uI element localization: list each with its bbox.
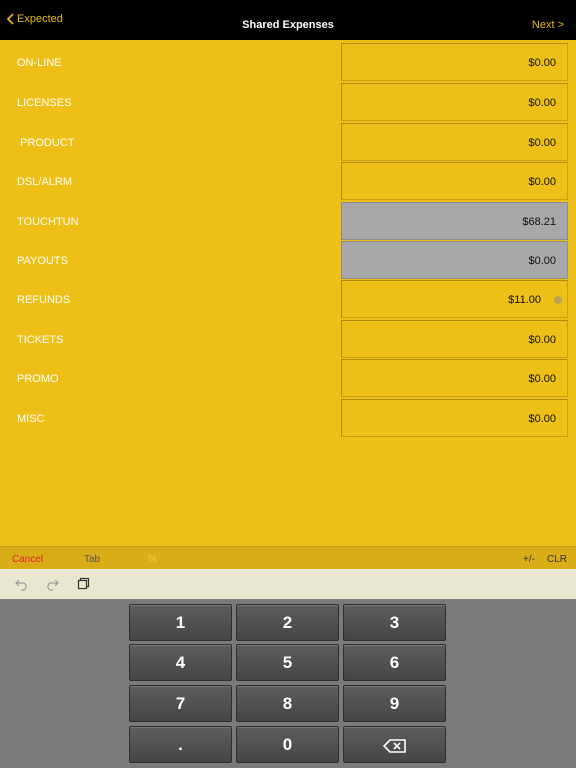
misc-amount-field[interactable]: $0.00 <box>341 399 568 437</box>
key-3[interactable]: 3 <box>343 604 446 641</box>
next-button[interactable]: Next > <box>532 19 564 31</box>
row-label: REFUNDS <box>17 294 71 306</box>
expense-row-touchtun: TOUCHTUN $68.21 <box>0 202 576 240</box>
online-amount-field[interactable]: $0.00 <box>341 43 568 81</box>
licenses-amount-field[interactable]: $0.00 <box>341 83 568 121</box>
page-title: Shared Expenses <box>242 19 334 31</box>
key-decimal[interactable]: . <box>129 726 232 763</box>
expense-row-refunds: REFUNDS $11.00 <box>0 280 576 318</box>
key-6[interactable]: 6 <box>343 644 446 681</box>
expense-row-tickets: TICKETS $0.00 <box>0 320 576 358</box>
keyboard-accessory-bar: Cancel Tab % +/- CLR <box>0 546 576 569</box>
key-8[interactable]: 8 <box>236 685 339 722</box>
key-5[interactable]: 5 <box>236 644 339 681</box>
clear-button[interactable]: CLR <box>547 554 567 565</box>
touchtun-amount-field: $68.21 <box>341 202 568 240</box>
refunds-amount-value: $11.00 <box>508 294 541 306</box>
row-label: PRODUCT <box>17 137 75 149</box>
row-label: TOUCHTUN <box>17 216 79 228</box>
tickets-amount-field[interactable]: $0.00 <box>341 320 568 358</box>
expense-row-payouts: PAYOUTS $0.00 <box>0 241 576 279</box>
expense-row-misc: MISC $0.00 <box>0 399 576 437</box>
row-label: PROMO <box>17 373 59 385</box>
paste-icon[interactable] <box>77 577 90 595</box>
dsl-alrm-amount-field[interactable]: $0.00 <box>341 162 568 200</box>
payouts-amount-field: $0.00 <box>341 241 568 279</box>
refunds-amount-field[interactable]: $11.00 <box>341 280 568 318</box>
key-0[interactable]: 0 <box>236 726 339 763</box>
clear-field-icon[interactable] <box>554 296 562 304</box>
row-label: ON-LINE <box>17 57 62 69</box>
expense-row-dsl-alrm: DSL/ALRM $0.00 <box>0 162 576 200</box>
row-label: LICENSES <box>17 97 72 109</box>
backspace-key[interactable] <box>343 726 446 763</box>
navigation-bar: Expected Shared Expenses Next > <box>0 0 576 40</box>
expense-row-licenses: LICENSES $0.00 <box>0 83 576 121</box>
backspace-icon <box>382 738 406 753</box>
expense-row-product: PRODUCT $0.00 <box>0 123 576 161</box>
row-label: MISC <box>17 413 45 425</box>
key-4[interactable]: 4 <box>129 644 232 681</box>
key-2[interactable]: 2 <box>236 604 339 641</box>
promo-amount-field[interactable]: $0.00 <box>341 359 568 397</box>
key-9[interactable]: 9 <box>343 685 446 722</box>
percent-button[interactable]: % <box>148 554 157 565</box>
row-label: PAYOUTS <box>17 255 68 267</box>
edit-toolbar <box>0 569 576 599</box>
row-label: TICKETS <box>17 334 64 346</box>
product-amount-field[interactable]: $0.00 <box>341 123 568 161</box>
expense-row-online: ON-LINE $0.00 <box>0 43 576 81</box>
key-7[interactable]: 7 <box>129 685 232 722</box>
key-1[interactable]: 1 <box>129 604 232 641</box>
expense-row-promo: PROMO $0.00 <box>0 359 576 397</box>
tab-button[interactable]: Tab <box>84 554 100 565</box>
cancel-button[interactable]: Cancel <box>12 554 43 565</box>
row-label: DSL/ALRM <box>17 176 73 188</box>
redo-icon[interactable] <box>45 577 59 596</box>
undo-icon[interactable] <box>15 577 29 596</box>
plus-minus-button[interactable]: +/- <box>523 554 535 565</box>
numeric-keypad: 1 2 3 4 5 6 7 8 9 . 0 <box>0 599 576 768</box>
